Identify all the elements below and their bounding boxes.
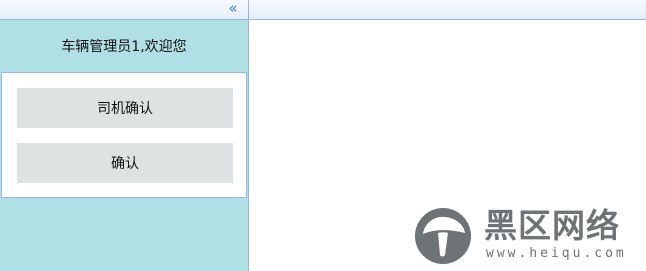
menu-panel: 司机确认 确认 [1,72,247,198]
watermark-title: 黑区网络 [484,206,620,245]
welcome-message: 车辆管理员1,欢迎您 [61,39,187,55]
sidebar: 车辆管理员1,欢迎您 司机确认 确认 [0,20,249,271]
confirm-button[interactable]: 确认 [17,143,233,183]
top-bar: « [0,0,646,20]
double-chevron-left-icon[interactable]: « [226,1,240,17]
watermark: 黑区网络 www.heiqu.com [414,206,639,266]
driver-confirm-button[interactable]: 司机确认 [17,88,233,128]
sidebar-header: « [0,0,249,20]
mushroom-logo-icon [415,208,471,264]
watermark-url: www.heiqu.com [486,246,627,261]
